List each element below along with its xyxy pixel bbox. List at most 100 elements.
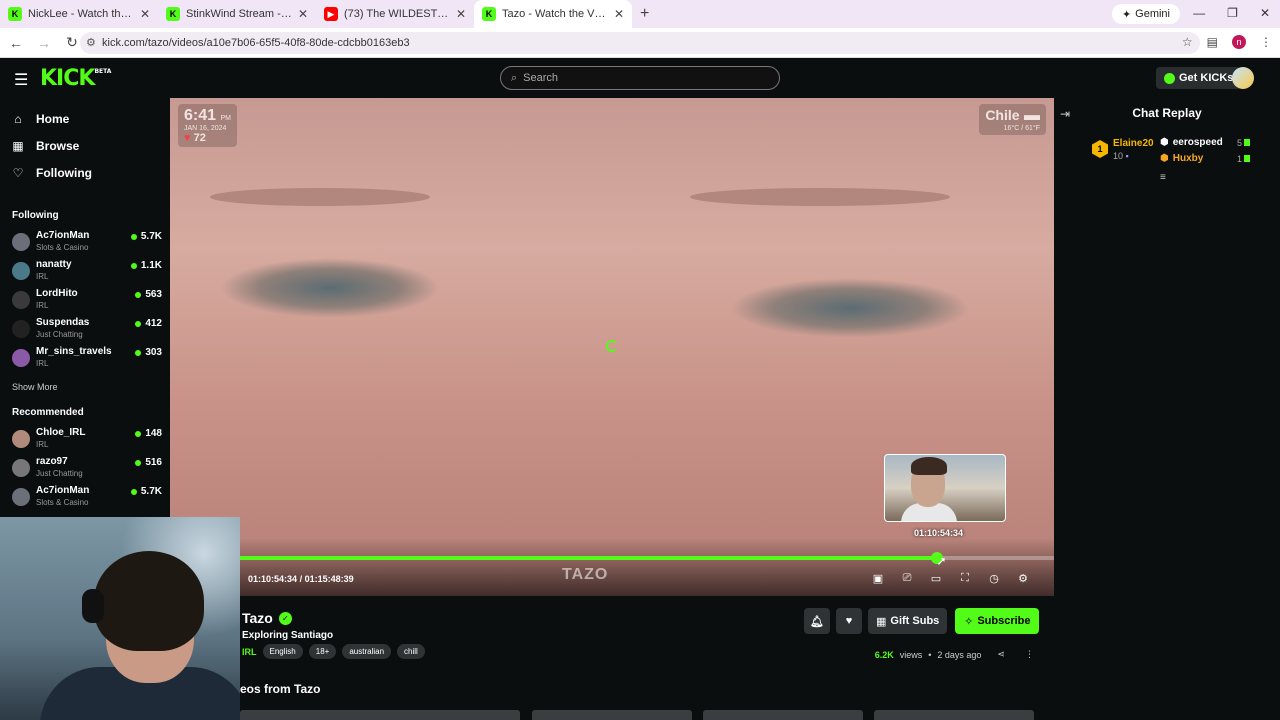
seek-bar[interactable]: ➚ [240,552,1054,568]
address-bar-row: ← → ↻ ⚙ kick.com/tazo/videos/a10e7b06-65… [0,28,1280,58]
sidebar-channel[interactable]: LordHito IRL 563 [12,288,162,316]
nav-following[interactable]: ♡ Following [12,166,92,180]
live-dot-icon [130,233,137,240]
video-thumbnail[interactable] [874,710,1034,720]
more-options-icon[interactable]: ⋮ [1025,649,1034,660]
search-placeholder: Search [523,72,559,84]
new-tab-icon[interactable]: + [640,5,649,23]
close-window-icon[interactable]: ✕ [1260,6,1270,20]
sidebar-channel[interactable]: Mr_sins_travels IRL 303 [12,346,162,374]
gift-icon: ▪ [1125,151,1129,161]
channel-category: IRL [36,359,49,368]
sidebar-channel[interactable]: Ac7ionMan Slots & Casino 5.7K [12,230,162,258]
sidebar-channel[interactable]: nanatty IRL 1.1K [12,259,162,287]
menu-kebab-icon[interactable]: ⋮ [1260,35,1272,49]
gift-subs-button[interactable]: ▦ Gift Subs [868,608,948,634]
site-info-icon[interactable]: ⚙ [86,36,96,49]
nav-label: Home [36,112,70,126]
gifter-row[interactable]: ⬢ eerospeed 5 [1160,137,1250,148]
get-kicks-label: Get KICKs [1179,72,1234,84]
forward-icon[interactable]: → [32,35,56,51]
user-avatar[interactable] [1232,67,1254,89]
share-icon[interactable]: ⋖ [997,649,1005,660]
live-dot-icon [135,349,142,356]
gemini-button[interactable]: ✦ Gemini [1111,4,1180,24]
settings-icon[interactable]: ⚙ [1017,572,1029,585]
show-more-link[interactable]: Show More [12,382,58,392]
video-thumbnail[interactable] [532,710,692,720]
heart-rate-icon: ♥ [184,132,191,144]
live-dot-icon [135,430,142,437]
tag[interactable]: 18+ [308,644,337,659]
miniplayer-icon[interactable]: ▭ [930,572,942,585]
close-tab-icon[interactable]: ✕ [140,7,150,21]
video-player[interactable]: 6:41 PM JAN 16, 2024 ♥ 72 Chile ▬ 16°C /… [170,98,1054,596]
controls-shade [170,538,1054,596]
stream-info: Tazo ✓ Exploring Santiago IRL English 18… [240,596,1054,720]
browser-tab[interactable]: ▶ (73) The WILDEST TV Show EVE ✕ [316,0,474,28]
duration: 01:15:48:39 [304,574,354,584]
bookmark-star-icon[interactable]: ☆ [1182,35,1193,49]
profile-avatar[interactable]: n [1232,35,1246,49]
nav-browse[interactable]: ▦ Browse [12,139,79,153]
gift-icon [1244,139,1250,146]
streamer-name[interactable]: Tazo [242,610,273,626]
hamburger-menu-icon[interactable]: ☰ [14,70,28,90]
browser-tab[interactable]: K NickLee - Watch the VOD on Ki ✕ [0,0,158,28]
category-link[interactable]: IRL [242,647,257,657]
sidebar-channel[interactable]: Ac7ionMan Slots & Casino 5.7K [12,485,162,513]
sidebar-channel[interactable]: Suspendas Just Chatting 412 [12,317,162,345]
back-icon[interactable]: ← [4,35,28,51]
nav-home[interactable]: ⌂ Home [12,112,69,126]
sidebar-channel[interactable]: razo97 Just Chatting 516 [12,456,162,484]
channel-category: Just Chatting [36,330,83,339]
search-icon: ⌕ [511,71,518,84]
avatar [12,262,30,280]
expand-gifters-icon[interactable]: ≡ [1160,172,1166,183]
subscribe-button[interactable]: ✧ Subscribe [955,608,1040,634]
channel-name: LordHito [36,288,78,299]
tag[interactable]: chill [397,644,425,659]
extensions-icon[interactable]: ▤ [1207,35,1218,49]
tag[interactable]: English [262,644,303,659]
search-input[interactable]: ⌕ Search [500,66,780,90]
close-tab-icon[interactable]: ✕ [456,7,466,21]
theatre-mode-icon[interactable]: ▣ [872,572,884,585]
minimize-icon[interactable]: — [1193,6,1205,20]
clip-icon[interactable]: ⎚ [901,572,913,585]
video-thumbnail[interactable] [360,710,520,720]
beta-badge: BETA [94,68,112,75]
top-gifter-count: 10 ▪ [1113,151,1129,161]
top-gifter-name[interactable]: Elaine20 [1113,138,1154,149]
viewer-count: 516 [135,457,162,468]
sidebar-channel[interactable]: Chloe_IRL IRL 148 [12,427,162,455]
restore-icon[interactable]: ❐ [1227,6,1238,20]
channel-actions: 🔔︎ ♥ ▦ Gift Subs ✧ Subscribe [804,608,1040,634]
live-dot-icon [135,320,142,327]
channel-name: Suspendas [36,317,90,328]
live-dot-icon [135,459,142,466]
viewer-count-text: 5.7K [140,486,162,497]
browser-tab-active[interactable]: K Tazo - Watch the VOD on Kick ✕ [474,0,632,28]
viewer-count-text: 303 [145,347,162,358]
recommended-heading: Recommended [12,407,84,418]
video-thumbnail[interactable] [703,710,863,720]
kick-logo[interactable]: KICKBETA [40,66,111,91]
follow-button[interactable]: ♥ [836,608,862,634]
browser-tab[interactable]: K StinkWind Stream - Watch Live ✕ [158,0,316,28]
tag[interactable]: australian [342,644,392,659]
close-tab-icon[interactable]: ✕ [298,7,308,21]
gift-icon: ▦ [876,615,887,628]
close-tab-icon[interactable]: ✕ [614,7,624,21]
webcam-hair [94,551,204,651]
viewer-count-text: 148 [145,428,162,439]
get-kicks-button[interactable]: Get KICKs [1156,67,1242,89]
gifter-row[interactable]: ⬢ Huxby 1 [1160,153,1250,164]
channel-name: Ac7ionMan [36,485,90,496]
overlay-location: Chile [985,107,1020,123]
playback-speed-icon[interactable]: ◷ [988,572,1000,585]
tab-title: Tazo - Watch the VOD on Kick [502,8,608,20]
notifications-button[interactable]: 🔔︎ [804,608,830,634]
fullscreen-icon[interactable]: ⛶ [959,572,971,585]
url-field[interactable]: ⚙ kick.com/tazo/videos/a10e7b06-65f5-40f… [80,32,1200,54]
